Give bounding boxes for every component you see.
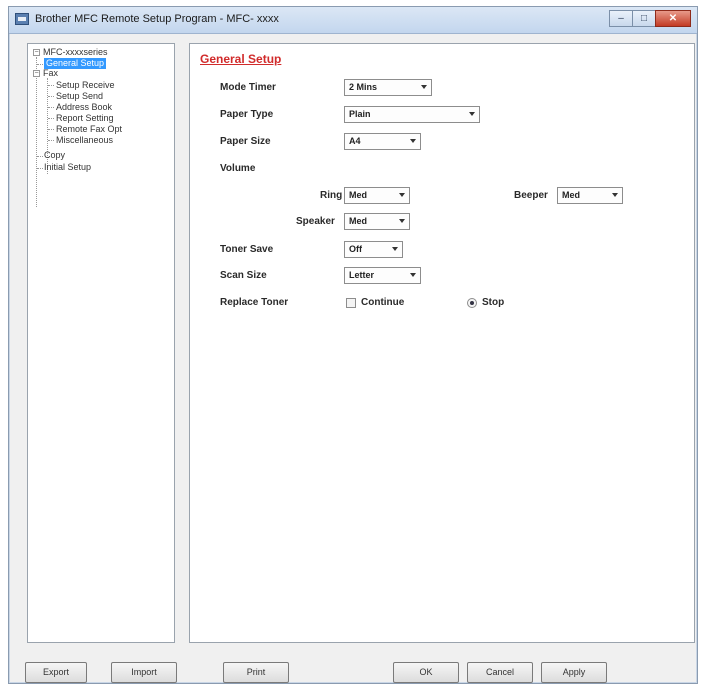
tree-line (48, 129, 54, 130)
toner-save-label: Toner Save (220, 244, 274, 255)
scan-size-value: Letter (349, 270, 375, 280)
tree-item-setup-receive[interactable]: Setup Receive (56, 80, 115, 91)
collapse-icon[interactable]: − (33, 70, 40, 77)
tree-line (48, 140, 54, 141)
cancel-button[interactable]: Cancel (467, 662, 533, 683)
mode-timer-select[interactable]: 2 Mins (344, 79, 432, 96)
app-icon (15, 13, 29, 25)
chevron-down-icon (399, 219, 405, 223)
minimize-button[interactable]: – (609, 10, 633, 27)
scan-size-select[interactable]: Letter (344, 267, 421, 284)
export-button[interactable]: Export (25, 662, 87, 683)
paper-type-value: Plain (349, 109, 371, 119)
stop-radio[interactable] (467, 298, 477, 308)
main-window: Brother MFC Remote Setup Program - MFC- … (8, 6, 698, 684)
beeper-volume-value: Med (562, 190, 580, 200)
beeper-volume-select[interactable]: Med (557, 187, 623, 204)
chevron-down-icon (469, 112, 475, 116)
speaker-label: Speaker (296, 216, 335, 227)
maximize-button[interactable]: □ (632, 10, 656, 27)
scan-size-label: Scan Size (220, 270, 267, 281)
apply-button[interactable]: Apply (541, 662, 607, 683)
tree-line (48, 85, 54, 86)
window-controls: – □ ✕ (609, 10, 691, 27)
paper-size-select[interactable]: A4 (344, 133, 421, 150)
import-button[interactable]: Import (111, 662, 177, 683)
tree-item-remote-fax-opt[interactable]: Remote Fax Opt (56, 124, 122, 135)
speaker-volume-select[interactable]: Med (344, 213, 410, 230)
tree-item-fax[interactable]: Fax (43, 68, 58, 79)
paper-type-label: Paper Type (220, 109, 274, 120)
tree-line (37, 64, 43, 65)
volume-label: Volume (220, 163, 256, 174)
radio-selected-dot (470, 301, 474, 305)
tree-line (37, 168, 43, 169)
panel-heading: General Setup (200, 52, 282, 66)
print-button[interactable]: Print (223, 662, 289, 683)
ring-volume-select[interactable]: Med (344, 187, 410, 204)
tree-item-copy[interactable]: Copy (44, 150, 65, 161)
stop-label: Stop (482, 297, 505, 308)
toner-save-select[interactable]: Off (344, 241, 403, 258)
chevron-down-icon (612, 193, 618, 197)
general-setup-panel: General Setup Mode Timer 2 Mins Paper Ty… (189, 43, 695, 643)
mode-timer-label: Mode Timer (220, 82, 276, 93)
toner-save-value: Off (349, 244, 362, 254)
tree-line (37, 156, 43, 157)
chevron-down-icon (392, 247, 398, 251)
close-button[interactable]: ✕ (655, 10, 691, 27)
tree-line (36, 57, 37, 207)
chevron-down-icon (410, 139, 416, 143)
paper-size-label: Paper Size (220, 136, 271, 147)
settings-tree: − MFC-xxxxseries General Setup − Fax Set… (27, 43, 175, 643)
collapse-icon[interactable]: − (33, 49, 40, 56)
tree-line (48, 96, 54, 97)
mode-timer-value: 2 Mins (349, 82, 378, 92)
window-title: Brother MFC Remote Setup Program - MFC- … (35, 13, 279, 25)
speaker-volume-value: Med (349, 216, 367, 226)
continue-checkbox[interactable] (346, 298, 356, 308)
tree-item-miscellaneous[interactable]: Miscellaneous (56, 135, 113, 146)
tree-item-setup-send[interactable]: Setup Send (56, 91, 103, 102)
tree-item-address-book[interactable]: Address Book (56, 102, 112, 113)
tree-line (48, 107, 54, 108)
replace-toner-label: Replace Toner (220, 297, 289, 308)
tree-line (48, 118, 54, 119)
tree-item-initial-setup[interactable]: Initial Setup (44, 162, 91, 173)
chevron-down-icon (410, 273, 416, 277)
paper-size-value: A4 (349, 136, 361, 146)
paper-type-select[interactable]: Plain (344, 106, 480, 123)
chevron-down-icon (421, 85, 427, 89)
chevron-down-icon (399, 193, 405, 197)
beeper-label: Beeper (514, 190, 548, 201)
ok-button[interactable]: OK (393, 662, 459, 683)
title-bar: Brother MFC Remote Setup Program - MFC- … (9, 7, 697, 34)
tree-item-root[interactable]: MFC-xxxxseries (43, 47, 108, 58)
ring-volume-value: Med (349, 190, 367, 200)
continue-label: Continue (361, 297, 405, 308)
ring-label: Ring (320, 190, 343, 201)
tree-item-report-setting[interactable]: Report Setting (56, 113, 114, 124)
